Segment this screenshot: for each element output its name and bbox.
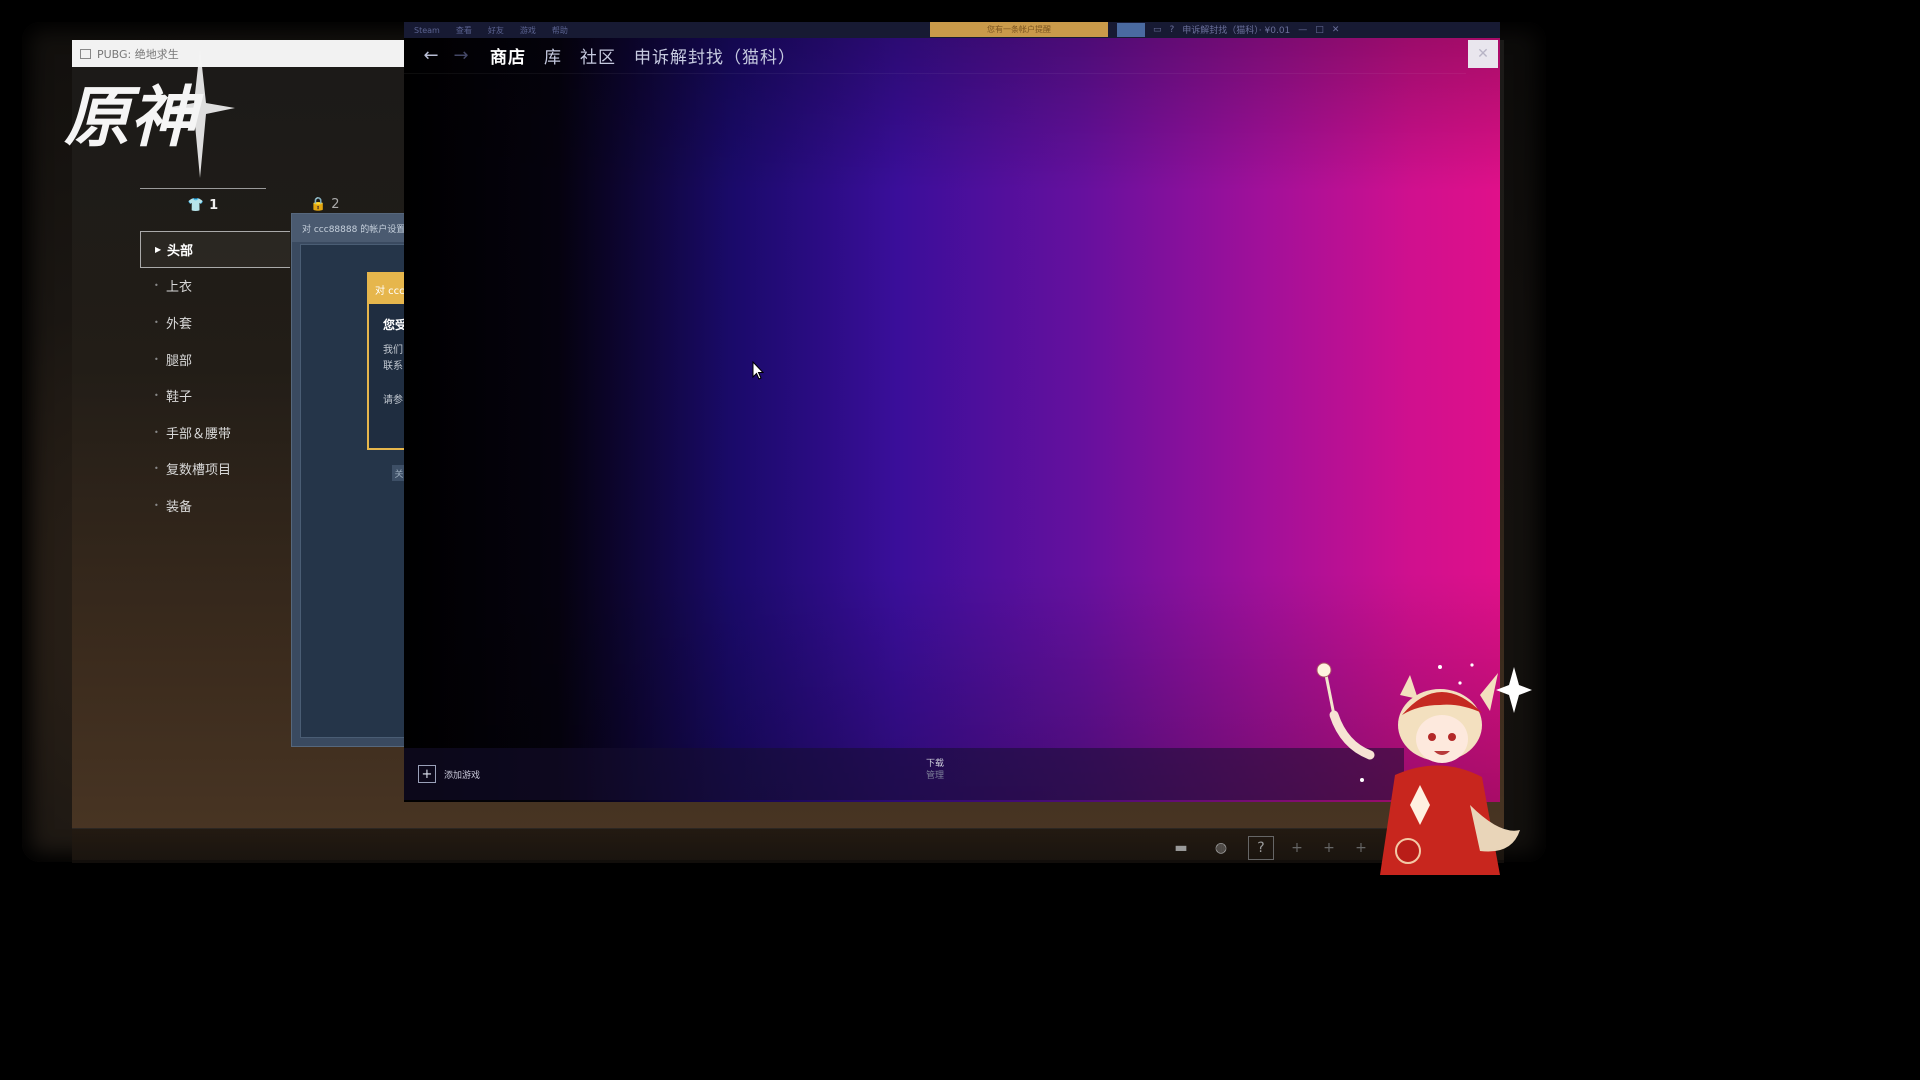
logo-text: 原神: [64, 78, 204, 156]
support-dialog-header: 对 ccc88888 的帐户设置: [292, 214, 420, 242]
steam-bottom-bar: [404, 748, 1404, 800]
category-multi-slot[interactable]: • 复数槽项目: [140, 451, 290, 488]
bullet-icon: •: [154, 354, 159, 364]
genshin-logo: 原神: [60, 48, 235, 178]
downloads-label: 下载: [925, 759, 944, 769]
category-shoes[interactable]: • 鞋子: [140, 377, 290, 414]
warning-header: 对 ccc: [369, 274, 407, 304]
nav-library[interactable]: 库: [544, 43, 562, 68]
nav-community[interactable]: 社区: [580, 43, 616, 68]
downloads-sublabel: 管理: [925, 771, 944, 781]
bullet-icon: •: [154, 281, 159, 291]
maximize-icon[interactable]: □: [1315, 25, 1324, 35]
menu-friends[interactable]: 好友: [488, 25, 504, 36]
account-alert-button[interactable]: 您有一条帐户提醒: [930, 22, 1108, 37]
category-list: ▶ 头部 • 上衣 • 外套 • 腿部 • 鞋子 • 手部＆腰带 • 复数槽项目 • 装备: [140, 231, 290, 524]
warning-line: 我们: [383, 345, 403, 356]
globe-icon[interactable]: ◍: [1208, 836, 1234, 860]
tab-2-label: 2: [331, 196, 340, 212]
lock-icon: 🔒: [310, 196, 327, 212]
mail-icon[interactable]: ▭: [1153, 25, 1162, 35]
mouse-cursor-icon: [752, 361, 764, 380]
steam-nav-bar: ← → 商店 库 社区 申诉解封找（猫科）: [404, 38, 1466, 74]
menu-help[interactable]: 帮助: [552, 25, 568, 36]
bullet-icon: ▶: [155, 244, 162, 254]
shirt-icon: 👕: [187, 197, 205, 213]
warning-title: 您受: [383, 318, 407, 332]
bullet-icon: •: [154, 391, 159, 401]
minimize-icon[interactable]: —: [1298, 25, 1307, 35]
category-head[interactable]: ▶ 头部: [140, 231, 290, 268]
character-sticker: [1316, 662, 1532, 875]
bullet-icon: •: [154, 317, 159, 327]
add-game-button[interactable]: + 添加游戏: [418, 765, 480, 783]
tab-outfit-1[interactable]: 👕 1: [140, 188, 266, 221]
titlebar-icons: ▭ ? 申诉解封找（猫科）· ¥0.01 — □ ✕: [1117, 22, 1339, 37]
category-top[interactable]: • 上衣: [140, 268, 290, 305]
category-legs[interactable]: • 腿部: [140, 341, 290, 378]
plus-icon: +: [418, 765, 436, 783]
nav-profile[interactable]: 申诉解封找（猫科）: [634, 43, 796, 68]
help-icon[interactable]: ?: [1248, 836, 1274, 860]
tab-1-label: 1: [209, 197, 219, 213]
nav-store[interactable]: 商店: [490, 43, 526, 68]
chat-icon[interactable]: ▬: [1168, 836, 1194, 860]
warning-line: 联系: [383, 361, 403, 372]
bullet-icon: •: [154, 500, 159, 510]
menu-view[interactable]: 查看: [456, 25, 472, 36]
arrow-right-icon[interactable]: →: [446, 45, 476, 66]
bullet-icon: •: [154, 464, 159, 474]
menu-games[interactable]: 游戏: [520, 25, 536, 36]
help-icon[interactable]: ?: [1170, 25, 1175, 35]
bullet-icon: •: [154, 427, 159, 437]
close-icon[interactable]: ✕: [1468, 40, 1498, 68]
arrow-left-icon[interactable]: ←: [416, 45, 446, 66]
menu-steam[interactable]: Steam: [414, 26, 440, 35]
announce-icon[interactable]: [1117, 22, 1145, 37]
category-hands-belt[interactable]: • 手部＆腰带: [140, 414, 290, 451]
account-name[interactable]: 申诉解封找（猫科）· ¥0.01: [1182, 23, 1290, 36]
warning-link[interactable]: 请参: [369, 393, 407, 409]
category-equipment[interactable]: • 装备: [140, 487, 290, 524]
category-coat[interactable]: • 外套: [140, 304, 290, 341]
warning-box: 对 ccc 您受 我们 联系 请参: [367, 272, 407, 450]
window-close-icon[interactable]: ✕: [1332, 25, 1340, 35]
add-game-label: 添加游戏: [444, 770, 481, 781]
downloads-button[interactable]: 下载 管理: [918, 758, 952, 782]
